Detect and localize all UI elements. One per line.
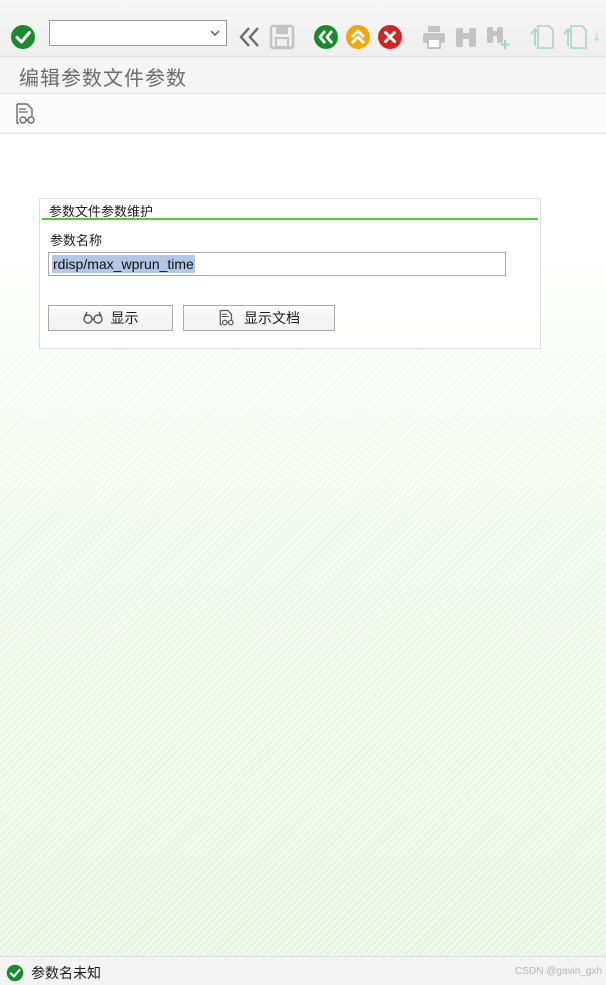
command-input[interactable] — [53, 21, 207, 45]
cancel-icon — [378, 25, 402, 49]
next-page-button[interactable] — [594, 24, 606, 50]
next-page-icon — [594, 32, 599, 42]
exit-button[interactable] — [345, 24, 371, 50]
find-next-button[interactable] — [485, 24, 511, 50]
first-page-button[interactable] — [529, 24, 555, 50]
status-bar: 参数名未知 CSDN @gavin_gxh — [0, 956, 606, 985]
document-glasses-icon — [218, 308, 236, 328]
exit-icon — [346, 25, 370, 49]
display-button-label: 显示 — [110, 311, 139, 327]
back-button[interactable] — [313, 24, 339, 50]
page-title: 编辑参数文件参数 — [19, 66, 187, 90]
command-field[interactable] — [49, 20, 227, 46]
system-toolbar — [0, 0, 606, 57]
main-content: 参数文件参数维护 参数名称 rdisp/max_wprun_time 显示 显示… — [0, 134, 606, 956]
first-page-icon — [530, 25, 554, 49]
cancel-button[interactable] — [377, 24, 403, 50]
document-glasses-icon — [16, 103, 35, 124]
previous-page-button[interactable] — [562, 24, 588, 50]
binoculars-icon — [456, 28, 476, 47]
print-icon — [423, 26, 445, 49]
application-toolbar — [0, 94, 606, 134]
success-icon — [6, 964, 24, 982]
display-document-toolbar-button[interactable] — [14, 102, 38, 126]
watermark: CSDN @gavin_gxh — [515, 966, 602, 977]
find-button[interactable] — [453, 24, 479, 50]
enter-button[interactable] — [10, 24, 36, 50]
collapse-command-button[interactable] — [237, 24, 263, 50]
parameter-name-value[interactable]: rdisp/max_wprun_time — [52, 255, 195, 273]
binoculars-plus-icon — [487, 27, 510, 49]
chevron-down-icon[interactable] — [208, 25, 222, 41]
parameter-name-label: 参数名称 — [50, 234, 103, 249]
parameter-maintenance-group: 参数文件参数维护 参数名称 rdisp/max_wprun_time 显示 显示… — [39, 198, 541, 349]
save-icon — [269, 24, 295, 50]
group-title-underline — [42, 218, 538, 220]
display-documentation-button-label: 显示文档 — [244, 311, 300, 327]
double-chevron-left-icon — [239, 27, 259, 47]
back-icon — [314, 25, 338, 49]
glasses-icon — [82, 311, 103, 325]
previous-page-icon — [563, 25, 587, 49]
title-bar: 编辑参数文件参数 — [0, 57, 606, 94]
parameter-name-input[interactable]: rdisp/max_wprun_time — [48, 252, 506, 276]
save-button[interactable] — [268, 23, 296, 51]
status-message[interactable]: 参数名未知 — [31, 963, 101, 983]
print-button[interactable] — [421, 24, 447, 50]
display-documentation-button[interactable]: 显示文档 — [183, 305, 335, 331]
display-button[interactable]: 显示 — [48, 305, 173, 331]
enter-icon — [11, 25, 35, 49]
